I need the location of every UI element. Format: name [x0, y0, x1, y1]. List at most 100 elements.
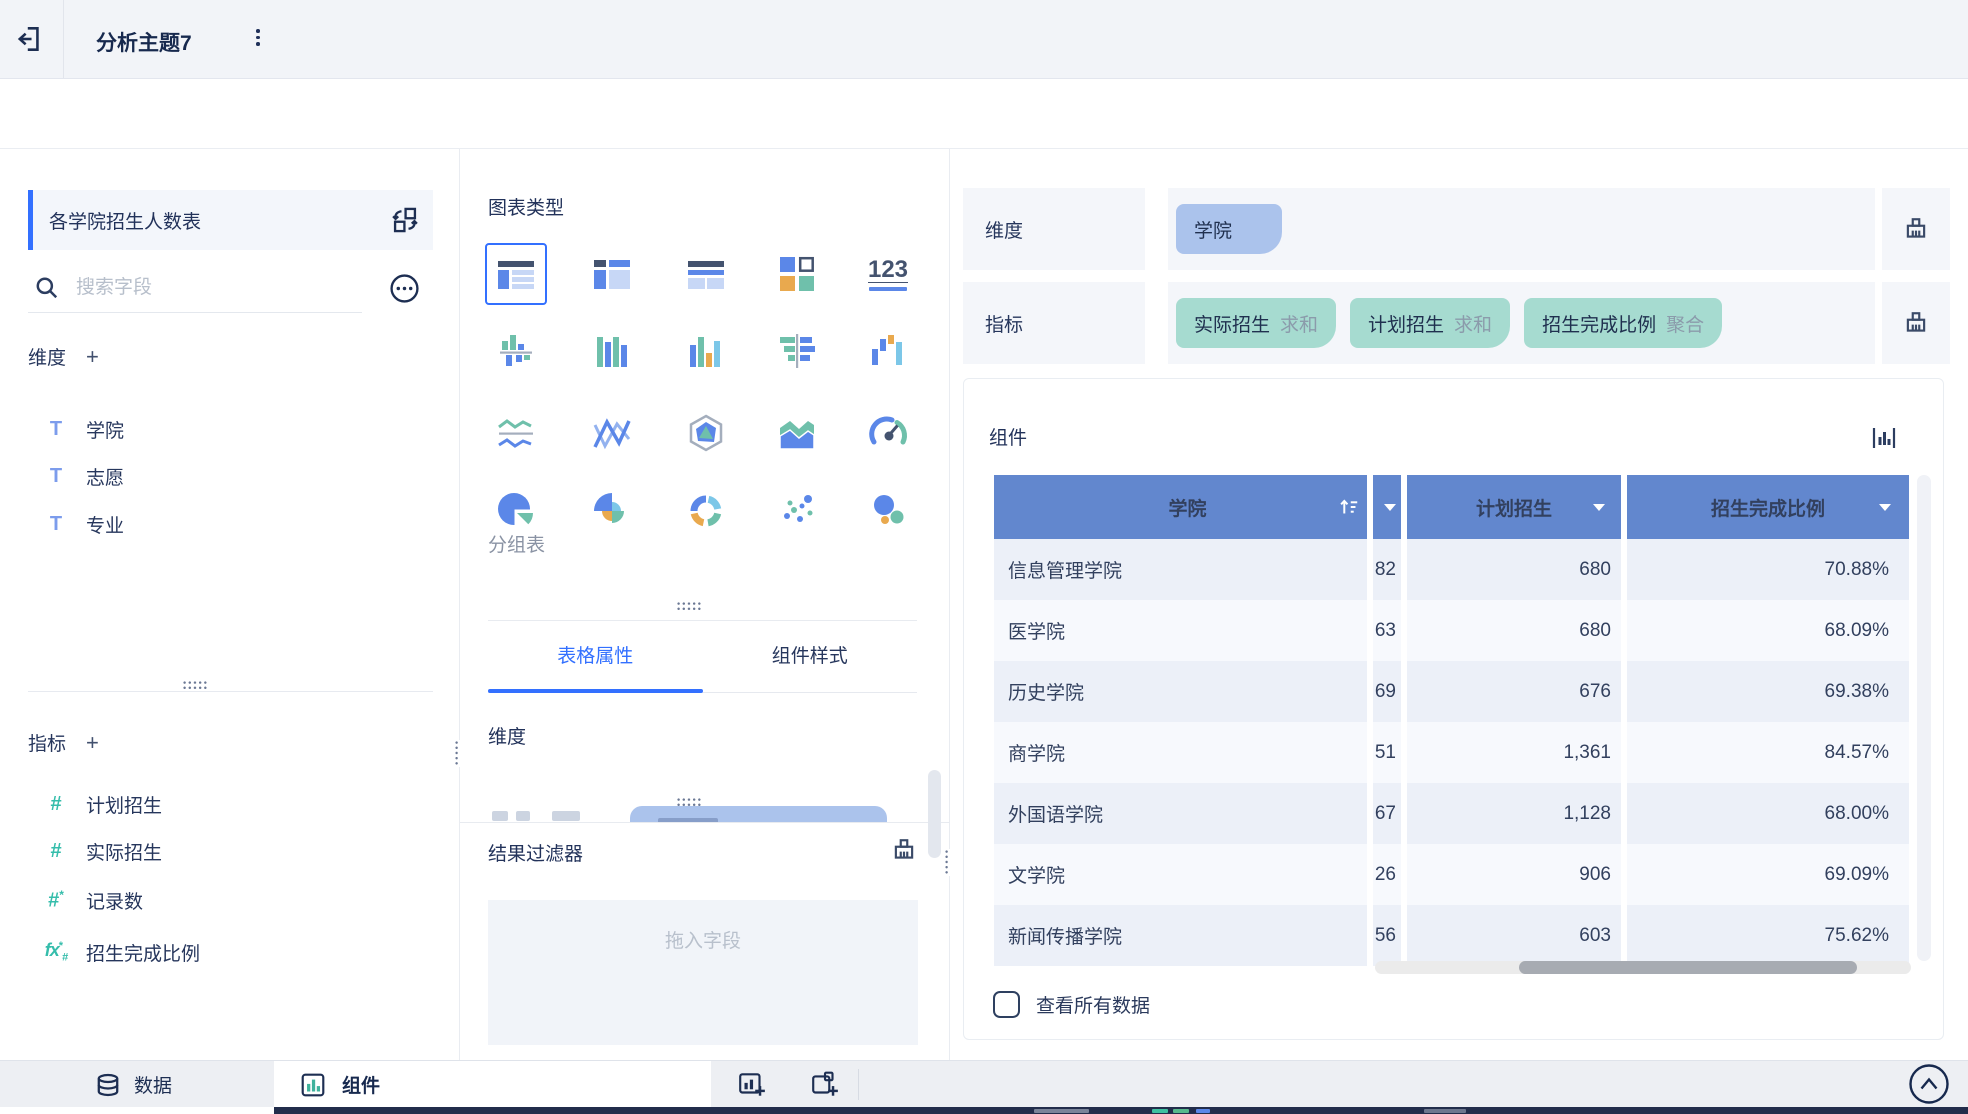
section-drag-handle[interactable]	[676, 601, 703, 611]
switch-chart-icon[interactable]	[1871, 425, 1897, 451]
add-dimension-button[interactable]: +	[86, 346, 99, 368]
chart-type-column-icon[interactable]	[586, 326, 638, 378]
tab-component-active[interactable]: 组件	[274, 1061, 711, 1108]
edit-toolbar: 刷新 撤销 还原	[0, 79, 1968, 149]
table-vertical-scrollbar[interactable]	[1917, 475, 1931, 961]
component-card: 组件 学院	[963, 378, 1944, 1040]
chart-config-panel: 图表类型 123	[460, 149, 950, 1060]
chart-type-area-icon[interactable]	[771, 408, 823, 460]
tab-table-properties[interactable]: 表格属性	[488, 641, 703, 677]
dimension-shelf-clear[interactable]	[1882, 188, 1950, 270]
table-row: 信息管理学院 82 680 70.88%	[994, 539, 1915, 600]
clipped-dimension-pill[interactable]	[630, 806, 887, 823]
field-options-icon[interactable]	[389, 273, 420, 304]
filter-drop-zone[interactable]: 拖入字段	[488, 900, 918, 1045]
clipped-field-fragment	[492, 811, 508, 821]
field-list-panel: 各学院招生人数表	[0, 149, 460, 1060]
table-row: 外国语学院 67 1,128 68.00%	[994, 783, 1915, 844]
chart-type-rose-icon[interactable]	[586, 485, 638, 537]
measure-field-recordcount[interactable]: #* 记录数	[44, 885, 143, 915]
add-measure-button[interactable]: +	[86, 732, 99, 754]
column-dropdown-icon[interactable]	[1879, 504, 1891, 511]
property-tabs: 表格属性 组件样式	[488, 641, 917, 677]
sort-asc-icon[interactable]	[1339, 497, 1359, 517]
section-divider	[460, 822, 950, 823]
chart-type-updown-line-icon[interactable]	[490, 408, 542, 460]
field-search	[28, 263, 362, 313]
component-tab-label: 组件	[342, 1071, 380, 1098]
chart-type-card-blocks-icon[interactable]	[771, 248, 823, 300]
column-dropdown-icon[interactable]	[1593, 504, 1605, 511]
view-all-data-toggle[interactable]: 查看所有数据	[993, 991, 1150, 1018]
column-header-ratio[interactable]: 招生完成比例	[1627, 475, 1909, 539]
search-icon	[34, 275, 60, 301]
measure-field-ratio[interactable]: fx*# 招生完成比例	[44, 937, 200, 967]
chart-type-grouped-table-icon[interactable]	[490, 248, 542, 300]
tab-data[interactable]: 数据	[95, 1061, 172, 1108]
chart-type-waterfall-icon[interactable]	[862, 326, 914, 378]
chart-type-kpi-icon[interactable]: 123	[862, 248, 914, 300]
dimension-field-choice[interactable]: T 志愿	[44, 461, 124, 491]
panel-scrollbar[interactable]	[928, 770, 941, 858]
pill-college[interactable]: 学院	[1176, 204, 1282, 254]
formula-field-icon: fx*#	[44, 940, 68, 964]
search-input[interactable]	[74, 276, 314, 300]
add-dashboard-icon[interactable]	[810, 1070, 840, 1100]
chart-type-multi-column-icon[interactable]	[680, 326, 732, 378]
dimension-field-college[interactable]: T 学院	[44, 414, 124, 444]
checkbox[interactable]	[993, 991, 1020, 1018]
measure-header-label: 指标	[28, 729, 66, 756]
pill-actual-sum[interactable]: 实际招生 求和	[1176, 298, 1336, 348]
section-divider	[28, 691, 433, 692]
data-tab-label: 数据	[134, 1071, 172, 1098]
chart-type-line-icon[interactable]	[586, 408, 638, 460]
chart-type-cross-table-icon[interactable]	[586, 248, 638, 300]
text-field-icon: T	[44, 513, 68, 536]
back-exit-icon[interactable]	[16, 24, 46, 54]
column-header-planned[interactable]: 计划招生	[1407, 475, 1621, 539]
chart-type-bubble-icon[interactable]	[862, 485, 914, 537]
chart-type-gauge-icon[interactable]	[862, 408, 914, 460]
dataset-selector[interactable]: 各学院招生人数表	[28, 190, 433, 250]
more-menu-icon[interactable]	[250, 29, 266, 51]
table-header-row: 学院 计划招生	[994, 475, 1915, 539]
chart-type-updown-bar-icon[interactable]	[490, 326, 542, 378]
text-field-icon: T	[44, 418, 68, 441]
column-header-college[interactable]: 学院	[994, 475, 1367, 539]
result-table: 学院 计划招生	[994, 475, 1915, 966]
pill-ratio-agg[interactable]: 招生完成比例 聚合	[1524, 298, 1722, 348]
resize-handle[interactable]	[182, 680, 209, 690]
record-count-icon: #*	[44, 888, 68, 913]
scrollbar-thumb[interactable]	[1519, 961, 1857, 974]
component-title: 组件	[989, 423, 1027, 450]
dimension-shelf-dropzone[interactable]: 学院	[1168, 188, 1875, 270]
column-dropdown-icon[interactable]	[1384, 504, 1396, 511]
table-horizontal-scrollbar[interactable]	[1375, 961, 1911, 974]
switch-table-icon[interactable]	[391, 206, 419, 234]
header-divider	[63, 0, 64, 78]
measure-shelf: 指标 实际招生 求和 计划招生 求和 招生完成比例 聚合	[963, 282, 1950, 364]
chart-type-scatter-icon[interactable]	[771, 485, 823, 537]
measure-shelf-dropzone[interactable]: 实际招生 求和 计划招生 求和 招生完成比例 聚合	[1168, 282, 1875, 364]
pill-planned-sum[interactable]: 计划招生 求和	[1350, 298, 1510, 348]
measure-field-planned[interactable]: # 计划招生	[44, 789, 162, 819]
text-field-icon: T	[44, 465, 68, 488]
dimension-shelf-label: 维度	[963, 188, 1145, 270]
measure-shelf-clear[interactable]	[1882, 282, 1950, 364]
tab-widget-style[interactable]: 组件样式	[703, 641, 918, 677]
number-field-icon: #	[44, 840, 68, 863]
column-header-actual-clipped[interactable]	[1373, 475, 1401, 539]
footer-divider	[858, 1069, 859, 1100]
clear-filter-icon[interactable]	[891, 837, 917, 863]
chart-type-updown-hbar-icon[interactable]	[771, 326, 823, 378]
chart-type-detail-table-icon[interactable]	[680, 248, 732, 300]
chart-type-radar-icon[interactable]	[680, 408, 732, 460]
background-window-strip	[274, 1107, 1968, 1114]
collapse-chevron-icon[interactable]	[1908, 1063, 1950, 1105]
measure-field-actual[interactable]: # 实际招生	[44, 836, 162, 866]
canvas-panel: 维度 学院 指标 实际招生 求和 计划招生 求和	[950, 149, 1968, 1060]
clipped-field-fragment	[516, 811, 530, 821]
add-component-icon[interactable]	[737, 1070, 767, 1100]
chart-type-donut-icon[interactable]	[680, 485, 732, 537]
dimension-field-major[interactable]: T 专业	[44, 509, 124, 539]
